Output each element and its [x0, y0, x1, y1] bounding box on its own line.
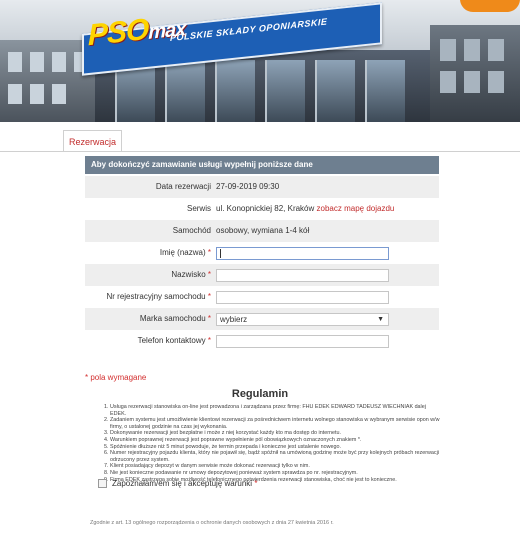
date-value: 27-09-2019 09:30	[216, 182, 280, 191]
accept-terms-checkbox[interactable]	[98, 479, 107, 489]
brand-select[interactable]: wybierz ▼	[216, 313, 389, 326]
header-banner: PSOmax POLSKIE SKŁADY OPONIARSKIE	[0, 0, 520, 122]
tab-bar: Rezerwacja	[0, 122, 520, 152]
rule-item: Nie jest konieczne podawanie nr umowy de…	[110, 470, 440, 477]
rule-item: Numer rejestracyjny pojazdu klienta, któ…	[110, 450, 440, 463]
rule-item: Warunkiem poprawnej rezerwacji jest popr…	[110, 437, 440, 444]
dropdown-arrow-icon: ▼	[377, 316, 384, 323]
rule-item: Spóźnienie dłuższe niż 5 minut powoduje,…	[110, 444, 440, 451]
name-label: Imię (nazwa) *	[159, 248, 211, 257]
row-phone: Telefon kontaktowy *	[85, 330, 439, 352]
car-value: osobowy, wymiana 1-4 kół	[216, 226, 310, 235]
rules-list: Usługa rezerwacji stanowiska on-line jes…	[100, 404, 440, 483]
service-address: ul. Konopnickiej 82, Kraków	[216, 204, 315, 213]
rule-item: Klient posiadający depozyt w danym serwi…	[110, 463, 440, 470]
footer-gdpr-text: Zgodnie z art. 13 ogólnego rozporządzeni…	[90, 520, 334, 526]
row-car: Samochód osobowy, wymiana 1-4 kół	[85, 220, 439, 242]
row-brand: Marka samochodu * wybierz ▼	[85, 308, 439, 330]
row-plate: Nr rejestracyjny samochodu *	[85, 286, 439, 308]
rules-title: Regulamin	[231, 388, 289, 400]
date-label: Data rezerwacji	[155, 182, 211, 191]
surname-input[interactable]	[216, 269, 389, 282]
banner-building-left	[0, 40, 95, 122]
banner-building-right	[430, 25, 520, 122]
plate-label: Nr rejestracyjny samochodu *	[106, 292, 211, 301]
rule-item: Usługa rezerwacji stanowiska on-line jes…	[110, 404, 440, 417]
text-caret	[220, 249, 221, 259]
car-label: Samochód	[172, 226, 211, 235]
map-link[interactable]: zobacz mapę dojazdu	[317, 204, 395, 213]
brand-selected-value: wybierz	[220, 315, 248, 324]
plate-input[interactable]	[216, 291, 389, 304]
rule-item: Dokonywanie rezerwacji jest bezpłatne i …	[110, 430, 440, 437]
accept-terms-label: Zapoznałam/em się i akceptuję warunki	[112, 479, 253, 488]
name-input[interactable]	[216, 247, 389, 260]
brand-label: Marka samochodu *	[139, 314, 211, 323]
surname-label: Nazwisko *	[171, 270, 211, 279]
phone-label: Telefon kontaktowy *	[137, 336, 211, 345]
orange-corner-shape	[460, 0, 520, 12]
form-header: Aby dokończyć zamawianie usługi wypełnij…	[85, 156, 439, 174]
service-label: Serwis	[186, 204, 211, 213]
rule-item: Zadaniem systemu jest umożliwienie klien…	[110, 417, 440, 430]
tab-rezerwacja[interactable]: Rezerwacja	[63, 130, 122, 152]
required-fields-note: * pola wymagane	[85, 373, 147, 382]
row-surname: Nazwisko *	[85, 264, 439, 286]
tab-divider	[0, 151, 520, 152]
row-name: Imię (nazwa) *	[85, 242, 439, 264]
row-reservation-date: Data rezerwacji 27-09-2019 09:30	[85, 176, 439, 198]
row-service: Serwis ul. Konopnickiej 82, Kraków zobac…	[85, 198, 439, 220]
phone-input[interactable]	[216, 335, 389, 348]
accept-terms-row[interactable]: Zapoznałam/em się i akceptuję warunki *	[98, 478, 257, 490]
service-value: ul. Konopnickiej 82, Kraków zobacz mapę …	[216, 198, 394, 220]
